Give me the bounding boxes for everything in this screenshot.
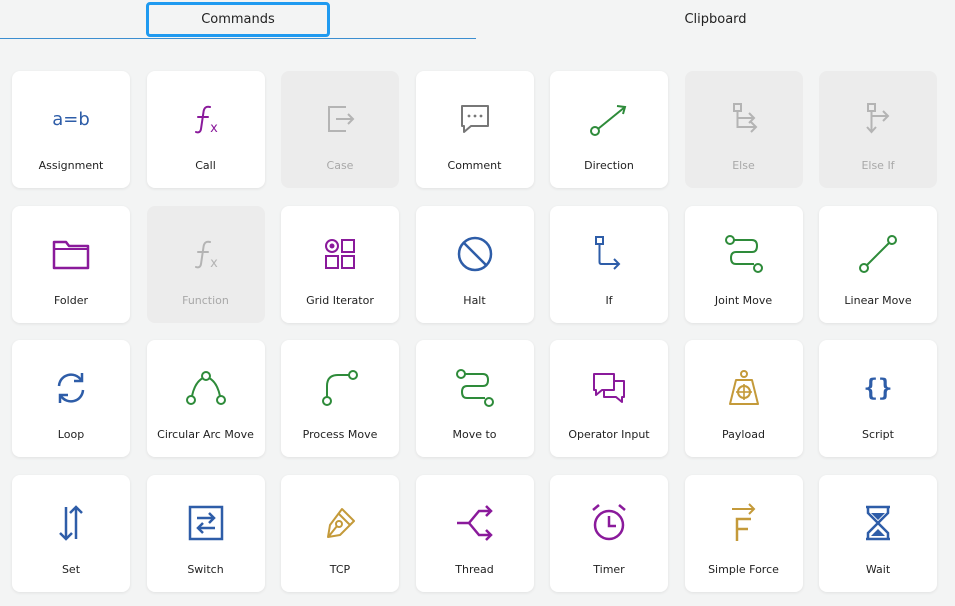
command-label: Timer	[593, 562, 625, 576]
svg-text:x: x	[210, 256, 218, 271]
command-label: Simple Force	[708, 562, 779, 576]
command-label: Folder	[54, 293, 88, 307]
command-function: x Function	[146, 205, 265, 323]
command-halt[interactable]: Halt	[415, 205, 534, 323]
command-payload[interactable]: Payload	[684, 340, 803, 457]
command-operator-input[interactable]: Operator Input	[550, 340, 668, 457]
command-direction[interactable]: Direction	[550, 71, 668, 188]
tab-bar: Commands Clipboard	[0, 0, 955, 40]
command-label: Script	[862, 428, 894, 441]
command-label: Case	[326, 159, 354, 172]
command-label: Move to	[452, 428, 497, 441]
command-label: Loop	[57, 428, 85, 441]
command-comment[interactable]: Comment	[415, 71, 534, 188]
linear-move-icon	[858, 234, 898, 274]
timer-icon	[589, 503, 629, 543]
grid-icon	[320, 234, 360, 274]
tcp-icon	[320, 503, 360, 543]
command-call[interactable]: x Call	[146, 71, 265, 188]
else-icon	[724, 99, 764, 139]
command-label: Comment	[447, 159, 502, 172]
assignment-icon: a=b	[51, 99, 91, 139]
command-label: Direction	[584, 159, 634, 172]
command-label: If	[605, 293, 613, 307]
command-folder[interactable]: Folder	[12, 205, 130, 323]
command-loop[interactable]: Loop	[12, 340, 130, 457]
command-move-to[interactable]: Move to	[415, 340, 534, 457]
command-label: Operator Input	[568, 428, 650, 441]
svg-text:a=b: a=b	[52, 109, 90, 130]
command-label: Payload	[722, 428, 765, 441]
command-simple-force[interactable]: Simple Force	[684, 474, 803, 592]
command-process-move[interactable]: Process Move	[281, 340, 399, 457]
tab-clipboard[interactable]: Clipboard	[476, 0, 955, 39]
if-icon	[589, 234, 629, 274]
command-switch[interactable]: Switch	[146, 474, 265, 592]
tab-commands-label: Commands	[201, 12, 275, 27]
wait-icon	[858, 503, 898, 543]
direction-icon	[589, 99, 629, 139]
simple-force-icon	[724, 502, 764, 543]
payload-icon	[724, 368, 764, 408]
loop-icon	[51, 368, 91, 408]
case-icon	[320, 99, 360, 139]
move-to-icon	[455, 368, 495, 408]
tab-clipboard-label: Clipboard	[684, 12, 747, 27]
set-icon	[51, 503, 91, 543]
script-icon: {}	[858, 368, 898, 408]
command-label: Process Move	[302, 428, 378, 441]
command-label: Wait	[865, 562, 891, 576]
command-joint-move[interactable]: Joint Move	[684, 205, 803, 323]
command-label: Call	[195, 159, 216, 172]
command-label: Else If	[861, 159, 895, 172]
comment-icon	[455, 99, 495, 139]
folder-icon	[51, 234, 91, 274]
command-grid-iterator[interactable]: Grid Iterator	[281, 205, 399, 323]
command-label: Linear Move	[844, 293, 912, 307]
halt-icon	[455, 234, 495, 274]
svg-text:x: x	[210, 121, 218, 136]
command-label: Switch	[187, 562, 224, 576]
command-circular-arc-move[interactable]: Circular Arc Move	[146, 340, 265, 457]
command-label: Function	[182, 293, 229, 307]
command-timer[interactable]: Timer	[550, 474, 668, 592]
command-label: Halt	[463, 293, 486, 307]
circular-arc-icon	[185, 368, 226, 408]
command-label: Joint Move	[714, 293, 773, 307]
command-linear-move[interactable]: Linear Move	[819, 205, 937, 323]
svg-text:{}: {}	[864, 374, 893, 402]
tab-commands[interactable]: Commands	[0, 0, 476, 39]
command-set[interactable]: Set	[12, 474, 130, 592]
command-label: TCP	[329, 562, 351, 576]
process-move-icon	[320, 368, 360, 408]
command-label: Else	[732, 159, 755, 172]
thread-icon	[455, 503, 495, 543]
command-label: Assignment	[38, 159, 104, 172]
command-else-if: Else If	[819, 71, 937, 188]
command-label: Circular Arc Move	[157, 428, 254, 441]
command-label: Thread	[455, 562, 494, 576]
command-wait[interactable]: Wait	[819, 474, 937, 592]
switch-icon	[186, 503, 226, 543]
command-label: Grid Iterator	[306, 293, 374, 307]
else-if-icon	[858, 99, 898, 139]
command-assignment[interactable]: a=b Assignment	[12, 71, 130, 188]
command-case: Case	[281, 71, 399, 188]
command-label: Set	[61, 562, 81, 576]
operator-input-icon	[589, 368, 629, 408]
command-script[interactable]: {} Script	[819, 340, 937, 457]
function-icon: x	[186, 99, 226, 139]
function-icon: x	[186, 234, 226, 274]
command-thread[interactable]: Thread	[415, 474, 534, 592]
command-else: Else	[684, 71, 803, 188]
command-if[interactable]: If	[550, 205, 668, 323]
command-tcp[interactable]: TCP	[281, 474, 399, 592]
joint-move-icon	[724, 234, 764, 274]
